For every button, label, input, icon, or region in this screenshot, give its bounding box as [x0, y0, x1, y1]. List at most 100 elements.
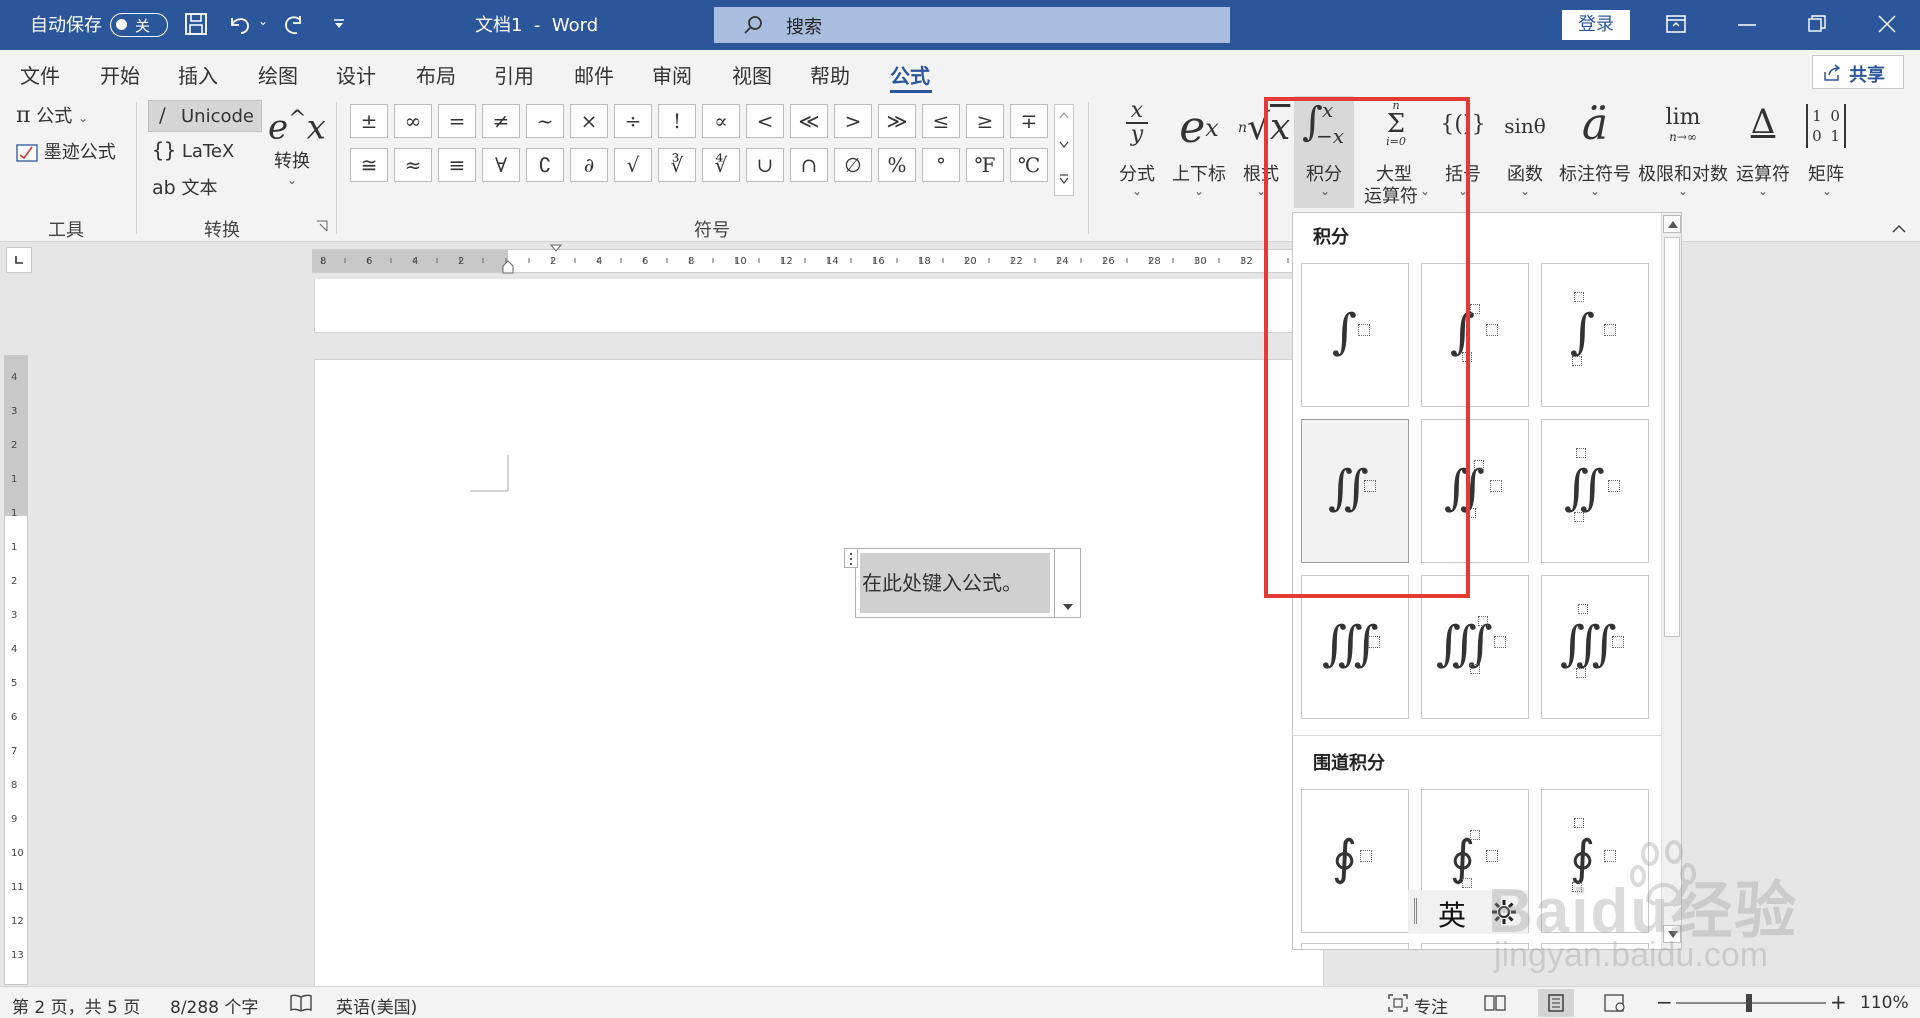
zoom-out-button[interactable]: −: [1656, 990, 1673, 1014]
undo-dropdown-icon[interactable]: ⌄: [258, 14, 268, 28]
zoom-slider-thumb[interactable]: [1746, 994, 1752, 1012]
customize-qat-icon[interactable]: [332, 18, 346, 30]
equation-placeholder[interactable]: 在此处键入公式。: [860, 553, 1050, 613]
word-count[interactable]: 8/288 个字: [170, 993, 258, 1018]
equation-handle[interactable]: [844, 548, 858, 568]
undo-icon[interactable]: [226, 12, 252, 36]
symbol-less-equal[interactable]: ≤: [922, 104, 960, 138]
indent-marker-bottom[interactable]: [502, 260, 514, 274]
minimize-icon[interactable]: [1738, 24, 1756, 26]
symbol-minus-plus[interactable]: ∓: [1010, 104, 1048, 138]
symbol-times[interactable]: ×: [570, 104, 608, 138]
symbol-congruent[interactable]: ≅: [350, 148, 388, 182]
proofing-book-icon[interactable]: [290, 994, 312, 1012]
symbol-celsius[interactable]: ℃: [1010, 148, 1048, 182]
symbol-equals[interactable]: =: [438, 104, 476, 138]
tab-review[interactable]: 审阅: [652, 60, 692, 89]
tab-insert[interactable]: 插入: [178, 60, 218, 89]
integral-stacked-limits-option[interactable]: ∫: [1541, 263, 1649, 407]
login-button[interactable]: 登录: [1562, 10, 1630, 40]
equation-container[interactable]: 在此处键入公式。: [844, 548, 1081, 618]
share-button[interactable]: 共享: [1812, 55, 1904, 89]
more-integral-option[interactable]: [1421, 943, 1529, 949]
structure-fraction[interactable]: x y 分式 ⌄: [1114, 100, 1160, 216]
redo-icon[interactable]: [282, 12, 308, 36]
structure-matrix[interactable]: 1 0 0 1 矩阵 ⌄: [1800, 100, 1852, 216]
equation-options[interactable]: [1054, 549, 1080, 617]
symbol-intersection[interactable]: ∩: [790, 148, 828, 182]
ime-mode-label[interactable]: 英: [1438, 894, 1466, 934]
formula-button[interactable]: π 公式 ⌄: [16, 102, 88, 130]
structure-operator[interactable]: Δ 运算符 ⌄: [1734, 100, 1792, 216]
ink-equation-button[interactable]: 墨迹公式: [16, 138, 116, 166]
language-indicator[interactable]: 英语(美国): [336, 993, 417, 1018]
tab-draw[interactable]: 绘图: [258, 60, 298, 89]
symbol-fourth-root[interactable]: ∜: [702, 148, 740, 182]
tab-home[interactable]: 开始: [100, 60, 140, 89]
web-layout-icon[interactable]: [1604, 994, 1626, 1012]
scroll-thumb[interactable]: [1664, 237, 1680, 637]
symbol-approx[interactable]: ≈: [394, 148, 432, 182]
save-icon[interactable]: [184, 12, 208, 36]
tab-view[interactable]: 视图: [732, 60, 772, 89]
structure-accent[interactable]: ä 标注符号 ⌄: [1556, 99, 1634, 216]
symbol-percent[interactable]: %: [878, 148, 916, 182]
gallery-more-icon[interactable]: [1059, 173, 1069, 185]
tab-equation[interactable]: 公式: [890, 60, 930, 89]
chevron-up-icon[interactable]: [1059, 111, 1069, 119]
ribbon-display-options-icon[interactable]: [1666, 15, 1686, 33]
symbol-less-than[interactable]: <: [746, 104, 784, 138]
tab-mailings[interactable]: 邮件: [574, 60, 614, 89]
symbol-much-greater[interactable]: ≫: [878, 104, 916, 138]
zoom-level[interactable]: 110%: [1860, 993, 1909, 1013]
symbol-not-equal[interactable]: ≠: [482, 104, 520, 138]
chevron-down-icon[interactable]: [1059, 141, 1069, 149]
autosave-toggle[interactable]: 关: [110, 13, 168, 37]
symbol-greater-than[interactable]: >: [834, 104, 872, 138]
vertical-ruler[interactable]: 4 3 2 1 1 1 2 3 4 5 6 7 8 9 10 11 12 13: [4, 355, 28, 985]
focus-mode-icon[interactable]: [1388, 994, 1408, 1012]
indent-marker-top[interactable]: [550, 244, 562, 254]
print-layout-button[interactable]: [1538, 989, 1574, 1017]
symbol-divide[interactable]: ÷: [614, 104, 652, 138]
symbol-fahrenheit[interactable]: ℉: [966, 148, 1004, 182]
symbol-for-all[interactable]: ∀: [482, 148, 520, 182]
current-page[interactable]: 在此处键入公式。: [314, 359, 1324, 999]
page-count[interactable]: 第 2 页，共 5 页: [12, 993, 140, 1018]
triangle-down-icon[interactable]: [1668, 931, 1678, 938]
dropdown-scrollbar[interactable]: [1661, 213, 1681, 949]
collapse-ribbon-icon[interactable]: [1892, 224, 1906, 234]
restore-icon[interactable]: [1808, 15, 1826, 33]
structure-limit[interactable]: lim n→∞ 极限和对数 ⌄: [1636, 100, 1730, 216]
close-icon[interactable]: [1878, 15, 1896, 33]
structure-script[interactable]: ex 上下标 ⌄: [1168, 100, 1228, 216]
symbol-greater-equal[interactable]: ≥: [966, 104, 1004, 138]
latex-button[interactable]: {} LaTeX: [152, 138, 234, 162]
symbol-proportional[interactable]: ∝: [702, 104, 740, 138]
triple-integral-stacked-limits-option[interactable]: ∭: [1541, 575, 1649, 719]
symbol-degree[interactable]: °: [922, 148, 960, 182]
symbol-cube-root[interactable]: ∛: [658, 148, 696, 182]
search-box[interactable]: 搜索: [714, 7, 1230, 43]
symbol-partial[interactable]: ∂: [570, 148, 608, 182]
symbol-factorial[interactable]: !: [658, 104, 696, 138]
dialog-launcher-icon[interactable]: [316, 220, 328, 232]
tab-help[interactable]: 帮助: [810, 60, 850, 89]
contour-integral-stacked-limits-option[interactable]: ∮: [1541, 789, 1649, 933]
triangle-up-icon[interactable]: [1668, 221, 1678, 228]
zoom-in-button[interactable]: +: [1830, 990, 1847, 1014]
focus-label[interactable]: 专注: [1414, 993, 1448, 1018]
symbol-empty-set[interactable]: ∅: [834, 148, 872, 182]
structure-function[interactable]: sinθ 函数 ⌄: [1498, 100, 1552, 216]
symbol-identical[interactable]: ≡: [438, 148, 476, 182]
more-integral-option[interactable]: [1541, 943, 1649, 949]
ime-drag-handle[interactable]: [1414, 898, 1417, 924]
tab-design[interactable]: 设计: [336, 60, 376, 89]
gear-icon[interactable]: [1490, 898, 1518, 926]
symbol-union[interactable]: ∪: [746, 148, 784, 182]
tab-selector[interactable]: [6, 247, 32, 273]
symbol-much-less[interactable]: ≪: [790, 104, 828, 138]
tab-references[interactable]: 引用: [494, 60, 534, 89]
contour-integral-option[interactable]: ∮: [1301, 789, 1409, 933]
symbol-complement[interactable]: ∁: [526, 148, 564, 182]
